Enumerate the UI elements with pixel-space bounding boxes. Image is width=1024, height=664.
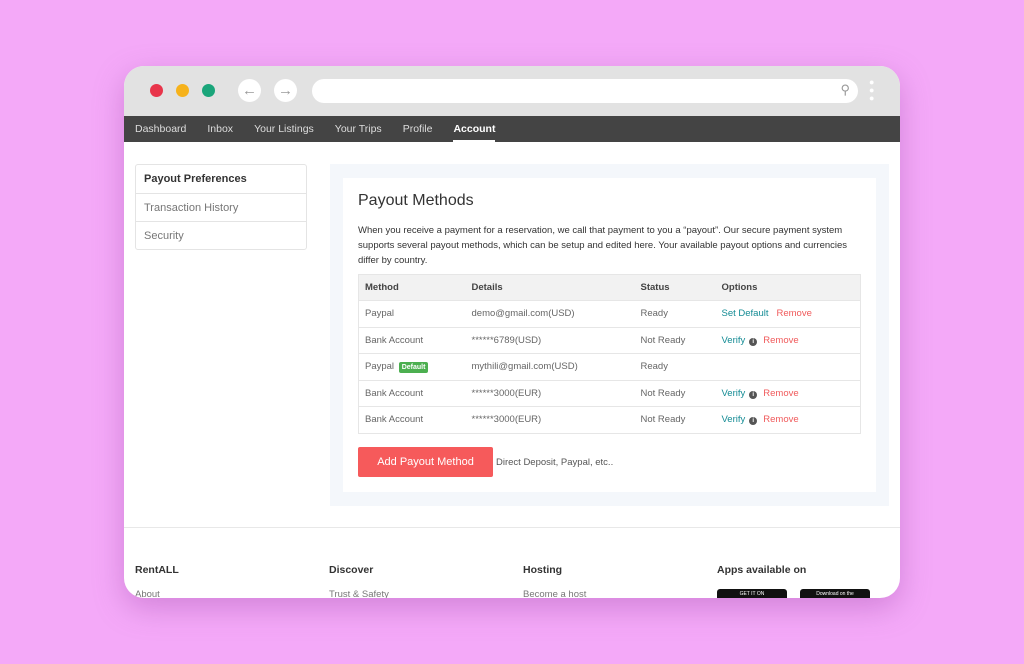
info-icon[interactable]: i [749,337,758,346]
col-options: Options [715,274,861,301]
footer-link-trust-safety[interactable]: Trust & Safety [329,589,389,598]
options-cell: Verify i Remove [715,379,861,407]
method: Paypal [365,361,395,373]
page-title: Payout Methods [358,192,474,209]
col-status: Status [634,274,716,301]
footer-link-become-host[interactable]: Become a host [523,589,586,598]
col-details: Details [465,274,635,301]
minimize-dot[interactable] [176,84,189,97]
sidebar-item-payout-preferences[interactable]: Payout Preferences [136,165,306,193]
method: Bank Account [365,387,424,399]
sidebar: Payout Preferences Transaction History S… [135,164,307,250]
footer-heading: RentALL [135,564,179,576]
footer-heading: Hosting [523,564,563,576]
app-store-badge[interactable]: Download on the [800,589,870,598]
set-default-link[interactable]: Set Default [722,308,769,319]
method-cell: Bank Account [358,326,466,354]
sidebar-item-security[interactable]: Security [136,221,306,249]
footer-col-rentall: RentALL About [135,564,179,598]
maximize-dot[interactable] [202,84,215,97]
table-row: Paypal demo@gmail.com(USD) Ready Set Defaul… [358,300,861,327]
menu-icon[interactable]: ● ● ● [869,78,874,103]
nav-inbox[interactable]: Inbox [207,116,233,142]
details-cell: ******3000(EUR) [465,379,635,407]
top-nav: Dashboard Inbox Your Listings Your Trips… [124,116,900,142]
method-cell: Paypal Default [358,353,466,380]
back-arrow-icon[interactable]: ← [238,79,261,102]
remove-link[interactable]: Remove [763,335,798,346]
nav-profile[interactable]: Profile [403,116,433,142]
remove-link[interactable]: Remove [763,388,798,399]
status-cell: Not Ready [634,379,716,407]
method-cell: Bank Account [358,406,466,433]
footer-heading: Apps available on [717,564,807,576]
info-icon[interactable]: i [749,417,758,426]
method: Bank Account [365,414,424,426]
footer-col-apps: Apps available on GET IT ON Download on th… [717,564,883,598]
options-cell: Set Default Remove [715,300,861,327]
nav-your-listings[interactable]: Your Listings [254,116,314,142]
nav-your-trips[interactable]: Your Trips [335,116,382,142]
details-cell: mythili@gmail.com(USD) [465,353,635,380]
status-cell: Not Ready [634,406,716,433]
table-row: Bank Account ******3000(EUR) Not Ready Veri… [358,406,861,433]
table-row: Paypal Default mythili@gmail.com(USD) Read… [358,353,861,380]
divider [124,527,900,528]
method-cell: Paypal [358,300,466,327]
remove-link[interactable]: Remove [763,414,798,425]
default-badge: Default [398,362,429,374]
verify-link[interactable]: Verify [722,335,746,346]
footer-link-about[interactable]: About [135,589,179,598]
title-bar: ← → ⚲ ● ● ● [124,66,900,116]
nav-dashboard[interactable]: Dashboard [135,116,186,142]
footer-heading: Discover [329,564,374,576]
browser-window: ← → ⚲ ● ● ● Dashboard Inbox Your Listings … [124,66,900,598]
table-row: Bank Account ******6789(USD) Not Ready Veri… [358,326,861,354]
info-icon[interactable]: i [749,390,758,399]
forward-arrow-icon[interactable]: → [274,79,297,102]
details-cell: demo@gmail.com(USD) [465,300,635,327]
sidebar-item-transaction-history[interactable]: Transaction History [136,193,306,221]
add-hint: Direct Deposit, Paypal, etc.. [496,457,614,468]
nav-account[interactable]: Account [453,116,496,142]
add-payout-method-button[interactable]: Add Payout Method [358,447,493,477]
verify-link[interactable]: Verify [722,414,746,425]
payout-card: Payout Methods When you receive a paymen… [343,178,876,492]
options-cell: Verify i Remove [715,406,861,433]
method: Paypal [365,308,395,320]
main-panel: Payout Methods When you receive a paymen… [330,164,889,506]
search-icon[interactable]: ⚲ [840,82,850,98]
options-cell [715,353,861,380]
address-bar[interactable]: ⚲ [312,79,858,103]
verify-link[interactable]: Verify [722,388,746,399]
status-cell: Not Ready [634,326,716,354]
status-cell: Ready [634,300,716,327]
details-cell: ******3000(EUR) [465,406,635,433]
method: Bank Account [365,334,424,346]
details-cell: ******6789(USD) [465,326,635,354]
col-method: Method [358,274,466,301]
remove-link[interactable]: Remove [777,308,812,319]
status-cell: Ready [634,353,716,380]
options-cell: Verify i Remove [715,326,861,354]
method-cell: Bank Account [358,379,466,407]
payout-table: Method Details Status Options Paypal demo@gm… [358,274,861,434]
close-dot[interactable] [150,84,163,97]
description: When you receive a payment for a reserva… [358,225,848,266]
footer-col-discover: Discover Trust & Safety [329,564,389,598]
google-play-badge[interactable]: GET IT ON [717,589,787,598]
footer-col-hosting: Hosting Become a host [523,564,586,598]
table-row: Bank Account ******3000(EUR) Not Ready Veri… [358,379,861,407]
